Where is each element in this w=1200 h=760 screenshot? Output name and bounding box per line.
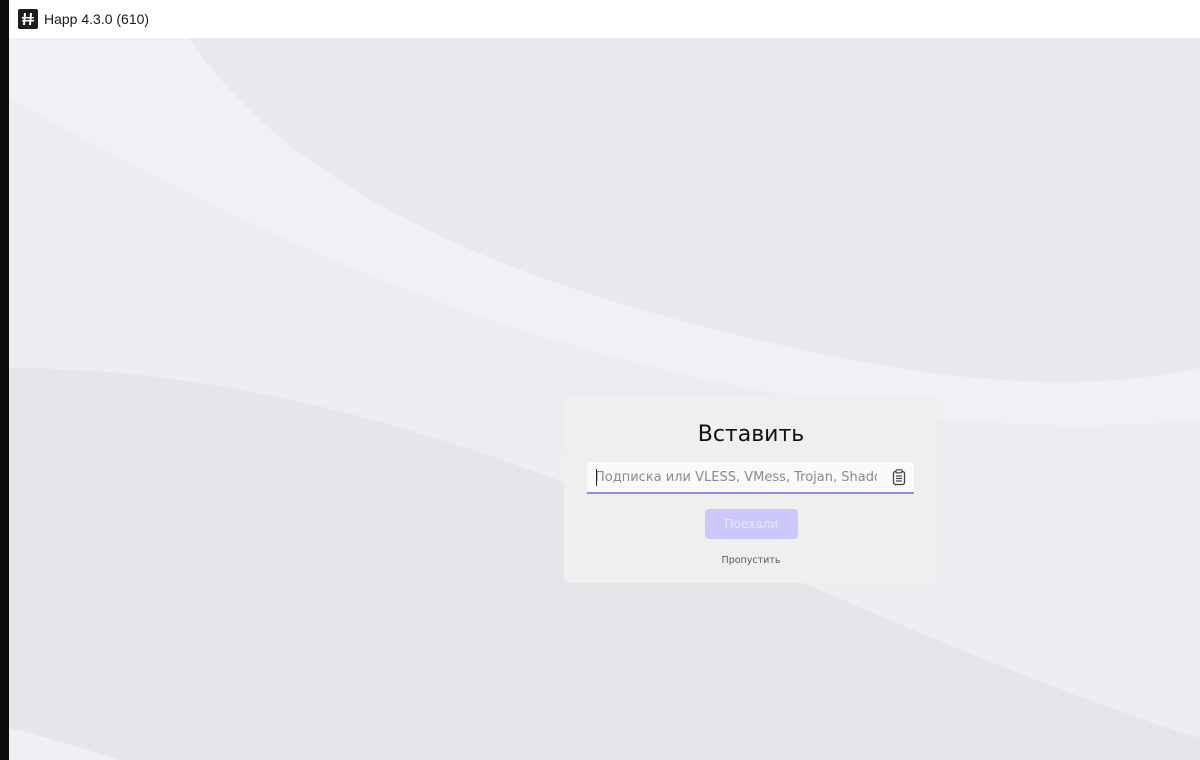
dialog-title: Вставить <box>697 422 805 447</box>
app-window: Happ 4.3.0 (610) Вставить Подписка или V… <box>9 0 1200 760</box>
main-content: Вставить Поехали Пропустить <box>9 38 1200 760</box>
subscription-input[interactable] <box>595 462 877 492</box>
clipboard-icon[interactable] <box>890 468 908 486</box>
title-bar: Happ 4.3.0 (610) <box>9 0 1200 38</box>
skip-link[interactable]: Пропустить <box>564 555 938 566</box>
subscription-input-container <box>587 462 914 494</box>
happ-logo-icon <box>18 9 38 29</box>
window-title: Happ 4.3.0 (610) <box>44 11 150 27</box>
go-button[interactable]: Поехали <box>705 509 798 539</box>
text-caret <box>596 469 597 486</box>
paste-dialog: Вставить Поехали Пропустить <box>564 396 938 583</box>
